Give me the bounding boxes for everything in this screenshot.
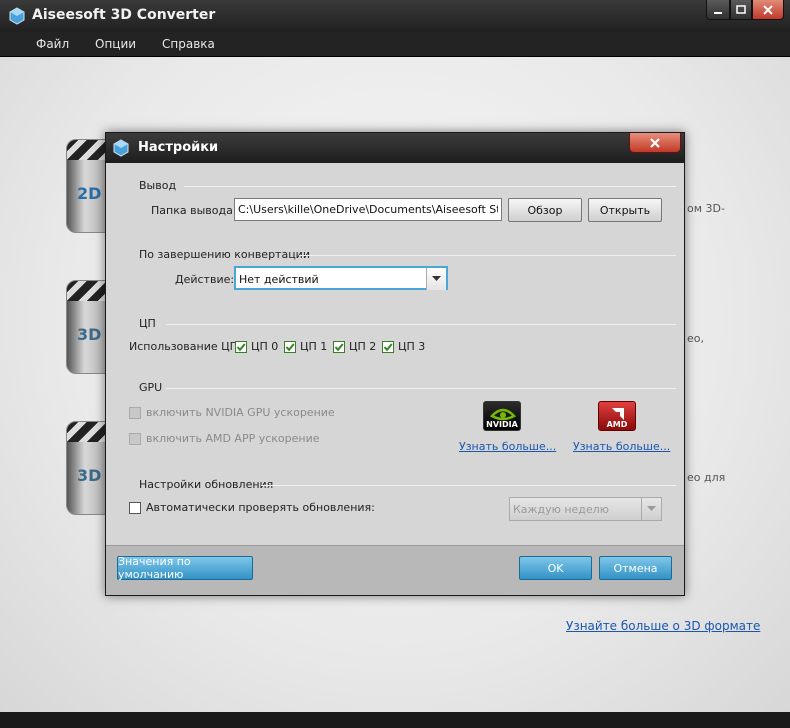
chevron-down-icon [426, 268, 446, 290]
menu-help[interactable]: Справка [162, 37, 215, 51]
tile-badge: 2D [77, 184, 102, 203]
cpu-3-label: ЦП 3 [398, 340, 426, 353]
nvidia-learn-more-link[interactable]: Узнать больше... [459, 440, 556, 453]
side-text: ео, [687, 332, 704, 345]
settings-dialog: Настройки Вывод Папка вывода: Обзор Откр… [105, 132, 685, 596]
dialog-footer: Значения по умолчанию OK Отмена [106, 545, 684, 595]
minimize-icon [714, 11, 722, 14]
update-frequency-value: Каждую неделю [513, 503, 609, 516]
dialog-title: Настройки [138, 140, 219, 155]
maximize-button[interactable] [730, 0, 752, 20]
section-after-conversion: По завершению конвертации [139, 248, 310, 261]
section-gpu: GPU [139, 381, 163, 394]
side-text: ом 3D- [687, 202, 725, 215]
amd-gpu-label: включить AMD APP ускорение [146, 432, 320, 445]
section-cpu: ЦП [139, 317, 156, 330]
side-text: ео для [687, 471, 726, 484]
bottom-strip [0, 712, 790, 728]
cpu-2-label: ЦП 2 [349, 340, 377, 353]
close-icon [650, 137, 660, 148]
nvidia-logo: NVIDIA [483, 401, 521, 431]
app-logo-icon [9, 7, 25, 25]
cpu-1-label: ЦП 1 [300, 340, 328, 353]
nvidia-gpu-label: включить NVIDIA GPU ускорение [146, 406, 335, 419]
section-divider [166, 324, 676, 325]
cpu-1-checkbox[interactable] [284, 341, 296, 353]
section-divider [261, 485, 676, 486]
amd-logo-text: AMD [606, 420, 628, 429]
section-output: Вывод [139, 179, 177, 192]
minimize-button[interactable] [706, 0, 730, 20]
cpu-2-checkbox[interactable] [333, 341, 345, 353]
auto-update-label: Автоматически проверять обновления: [146, 501, 375, 514]
action-select[interactable]: Нет действий [234, 266, 448, 290]
update-frequency-select-box[interactable]: Каждую неделю [509, 497, 662, 521]
check-icon [334, 343, 344, 352]
section-divider [166, 388, 676, 389]
tile-badge: 3D [77, 466, 102, 485]
check-icon [236, 343, 246, 352]
chevron-down-icon [641, 498, 661, 520]
ok-button[interactable]: OK [519, 556, 592, 580]
check-icon [285, 343, 295, 352]
nvidia-gpu-checkbox[interactable] [129, 407, 141, 419]
dialog-titlebar: Настройки [106, 133, 684, 163]
tile-badge: 3D [77, 325, 102, 344]
auto-update-checkbox[interactable] [129, 502, 141, 514]
output-folder-label: Папка вывода: [151, 204, 237, 217]
section-update: Настройки обновления [139, 478, 274, 491]
cpu-0-checkbox[interactable] [235, 341, 247, 353]
cpu-3-checkbox[interactable] [382, 341, 394, 353]
output-folder-input[interactable] [234, 198, 502, 221]
cpu-usage-label: Использование ЦП: [129, 340, 242, 353]
section-divider [299, 255, 676, 256]
app-logo-icon [113, 139, 129, 157]
menubar: Файл Опции Справка [0, 32, 790, 57]
check-icon [383, 343, 393, 352]
open-folder-button[interactable]: Открыть [588, 198, 662, 222]
browse-button[interactable]: Обзор [508, 198, 582, 222]
window-controls [706, 0, 784, 20]
amd-learn-more-link[interactable]: Узнать больше... [573, 440, 670, 453]
amd-logo: AMD [598, 401, 636, 431]
learn-more-3d-link[interactable]: Узнайте больше о 3D формате [566, 619, 760, 633]
close-button[interactable] [752, 0, 784, 20]
app-title: Aiseesoft 3D Converter [32, 7, 216, 23]
action-select-value: Нет действий [239, 273, 319, 286]
dialog-close-button[interactable] [629, 133, 681, 153]
section-divider [184, 186, 676, 187]
nvidia-logo-text: NVIDIA [486, 420, 518, 429]
cancel-button[interactable]: Отмена [599, 556, 672, 580]
restore-defaults-button[interactable]: Значения по умолчанию [117, 555, 253, 581]
app-titlebar: Aiseesoft 3D Converter [0, 0, 790, 32]
close-icon [763, 4, 773, 15]
maximize-icon [736, 4, 746, 14]
cpu-0-label: ЦП 0 [251, 340, 279, 353]
menu-file[interactable]: Файл [36, 37, 69, 51]
amd-gpu-checkbox[interactable] [129, 433, 141, 445]
menu-options[interactable]: Опции [95, 37, 136, 51]
action-label: Действие: [175, 273, 235, 286]
